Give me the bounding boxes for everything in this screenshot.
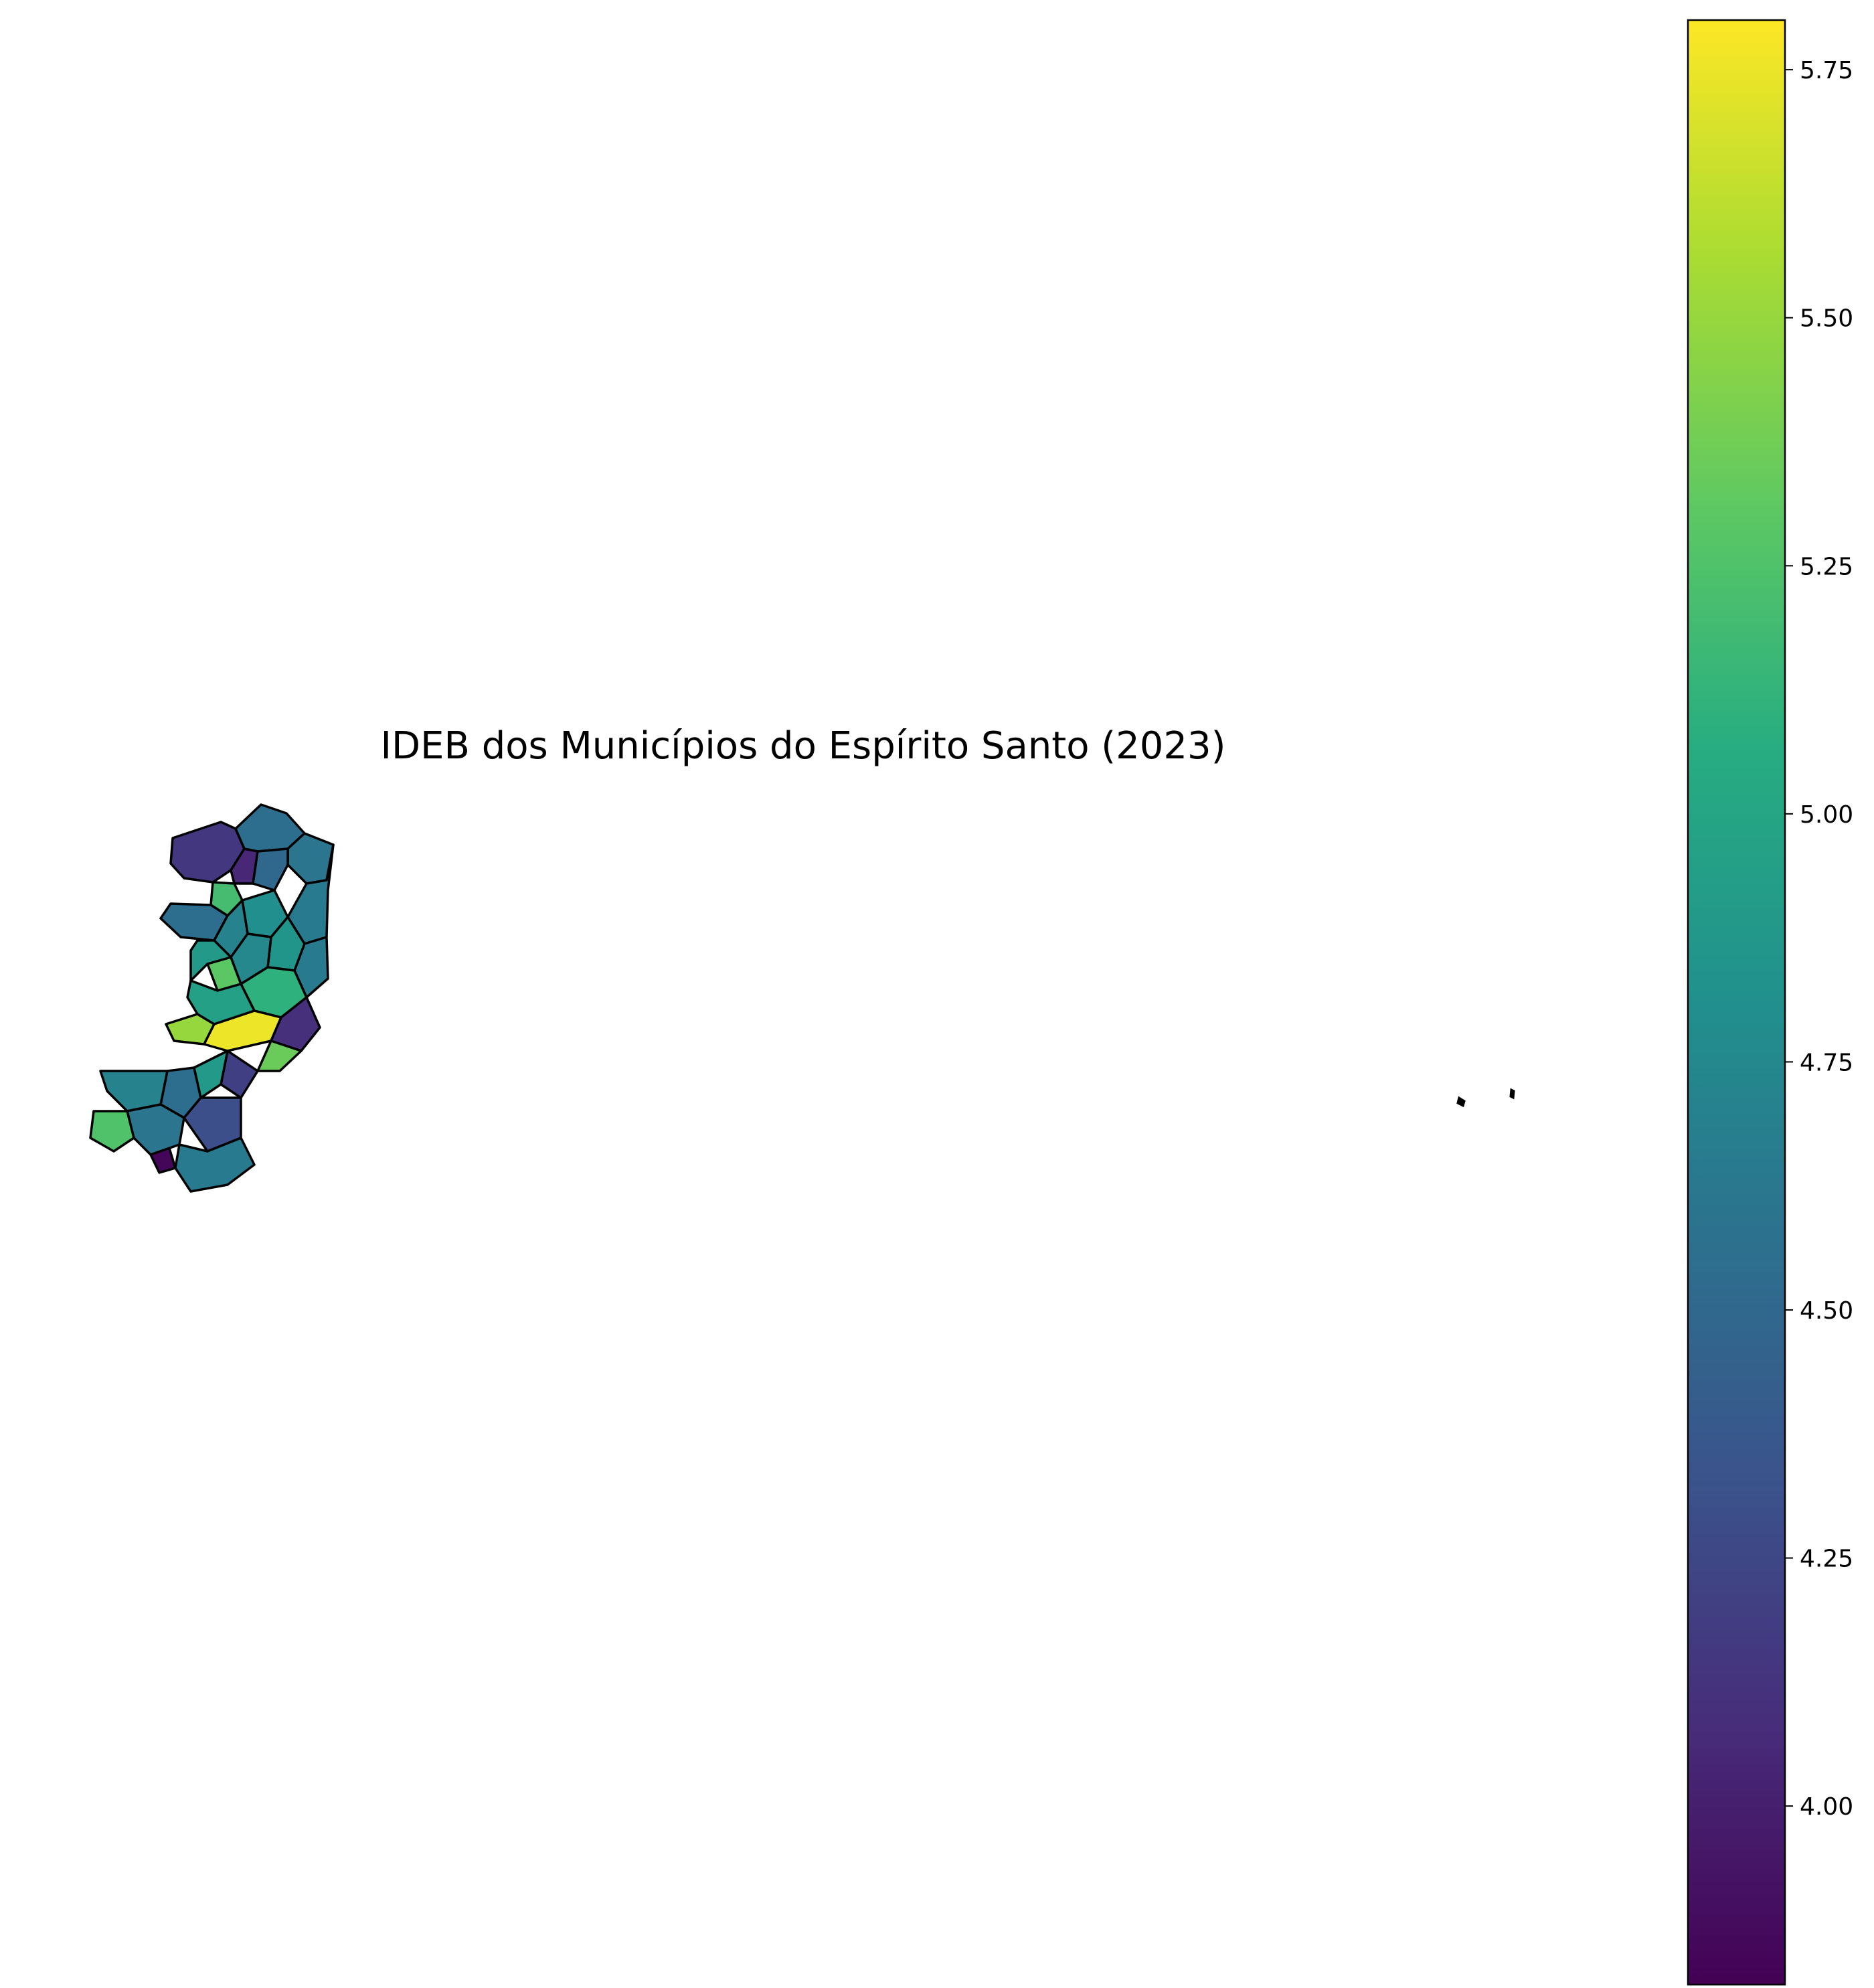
island-shape: [1509, 1088, 1515, 1100]
colorbar: 4.00 4.25 4.50 4.75 5.00 5.25 5.50 5.75: [1687, 19, 1853, 1986]
colorbar-tick-label: 4.25: [1800, 1546, 1853, 1573]
colorbar-tick-label: 5.00: [1800, 801, 1853, 829]
island-shape: [1456, 1096, 1466, 1108]
municipality-shape: [193, 1050, 229, 1099]
municipality-shape: [252, 847, 289, 892]
municipality-shape: [126, 1103, 185, 1156]
colorbar-tick-label: 4.75: [1800, 1049, 1853, 1076]
colorbar-tick-label: 4.00: [1800, 1793, 1853, 1821]
municipality-shape: [89, 1110, 135, 1153]
colorbar-tick-label: 4.50: [1800, 1297, 1853, 1325]
colorbar-tick-label: 5.50: [1800, 305, 1853, 333]
colorbar-gradient: [1687, 19, 1786, 1986]
islands-layer: [1456, 1088, 1515, 1108]
choropleth-map: 4.00 4.25 4.50 4.75 5.00 5.25 5.50 5.75: [89, 19, 1853, 1986]
municipalities-layer: [89, 803, 335, 1193]
map-figure: IDEB dos Municípios do Espírito Santo (2…: [0, 0, 1874, 1988]
colorbar-tick-label: 5.25: [1800, 553, 1853, 580]
colorbar-tick-label: 5.75: [1800, 57, 1853, 84]
